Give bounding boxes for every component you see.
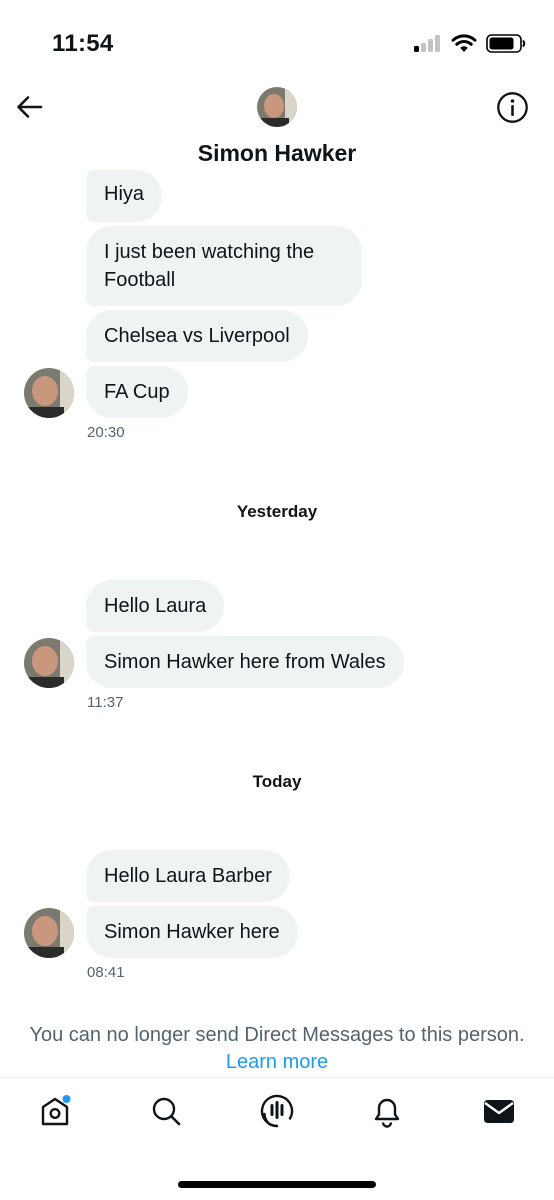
notice-text: You can no longer send Direct Messages t… — [29, 1024, 525, 1046]
dm-restricted-notice: You can no longer send Direct Messages t… — [20, 1022, 534, 1076]
message-bubble[interactable]: Chelsea vs Liverpool — [86, 310, 308, 362]
battery-icon — [486, 34, 526, 53]
message-bubble[interactable]: I just been watching the Football — [86, 226, 362, 306]
message-timestamp: 08:41 — [87, 964, 125, 981]
learn-more-link[interactable]: Learn more — [226, 1051, 328, 1073]
date-divider: Today — [252, 772, 302, 791]
search-icon[interactable] — [149, 1094, 183, 1128]
message-bubble[interactable]: Simon Hawker here — [86, 906, 298, 958]
sender-avatar[interactable] — [24, 638, 74, 688]
message-bubble[interactable]: Hello Laura — [86, 580, 225, 632]
home-icon[interactable] — [38, 1094, 72, 1128]
back-arrow-icon[interactable] — [14, 91, 46, 123]
message-bubble[interactable]: Hiya — [86, 170, 163, 222]
date-divider: Yesterday — [236, 502, 318, 521]
spaces-icon[interactable] — [260, 1094, 294, 1128]
messages-icon[interactable] — [482, 1094, 516, 1128]
message-bubble[interactable]: FA Cup — [86, 366, 188, 418]
message-bubble[interactable]: Simon Hawker here from Wales — [86, 636, 404, 688]
message-bubble[interactable]: Hello Laura Barber — [86, 850, 290, 902]
conversation-title[interactable]: Simon Hawker — [0, 140, 554, 167]
status-bar: 11:54 — [0, 0, 554, 80]
header-avatar[interactable] — [257, 87, 297, 127]
notifications-icon[interactable] — [370, 1094, 404, 1128]
status-time: 11:54 — [52, 30, 114, 57]
sender-avatar[interactable] — [24, 368, 74, 418]
sender-avatar[interactable] — [24, 908, 74, 958]
info-icon[interactable] — [496, 91, 529, 124]
message-timestamp: 20:30 — [87, 424, 125, 441]
wifi-icon — [451, 34, 477, 52]
message-timestamp: 11:37 — [87, 694, 124, 711]
cellular-signal-icon — [414, 34, 442, 52]
home-indicator[interactable] — [178, 1181, 376, 1188]
